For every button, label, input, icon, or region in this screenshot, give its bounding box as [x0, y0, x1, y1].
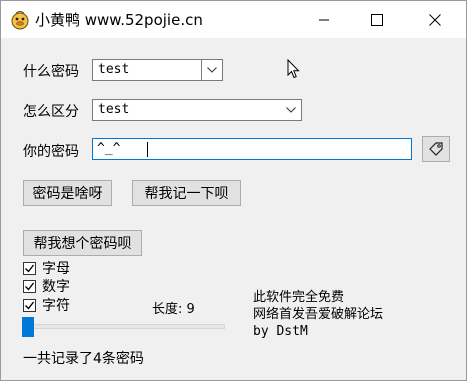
distinguish-label: 怎么区分	[23, 104, 79, 120]
password-value: ^_^	[97, 141, 121, 156]
your-password-label: 你的密码	[23, 144, 79, 160]
window-title: 小黄鸭 www.52pojie.cn	[35, 11, 203, 29]
record-count-status: 一共记录了4条密码	[23, 351, 144, 367]
maximize-button[interactable]	[354, 1, 400, 38]
maximize-icon	[371, 13, 383, 26]
letters-checkbox[interactable]: 字母	[23, 260, 70, 277]
tag-icon	[429, 142, 443, 156]
info-line-author: by DstM	[253, 324, 308, 339]
info-line-free: 此软件完全免费	[253, 290, 345, 305]
about-info: 此软件完全免费 网络首发吾爱破解论坛 by DstM	[253, 289, 383, 340]
info-line-forum: 网络首发吾爱破解论坛	[253, 307, 384, 322]
check-icon	[25, 282, 35, 291]
chevron-down-icon[interactable]	[281, 100, 301, 120]
what-is-password-button[interactable]: 密码是啥呀	[23, 180, 112, 206]
title-bar[interactable]: 小黄鸭 www.52pojie.cn	[1, 1, 466, 38]
duck-icon	[10, 10, 30, 30]
minimize-button[interactable]	[301, 1, 347, 38]
what-password-label: 什么密码	[23, 64, 79, 80]
length-slider-track[interactable]	[23, 324, 225, 329]
what-password-value: test	[98, 62, 130, 77]
length-slider-thumb[interactable]	[22, 317, 34, 337]
length-label: 长度: 9	[152, 302, 195, 317]
check-icon	[25, 301, 35, 310]
letters-label: 字母	[42, 261, 70, 277]
password-input[interactable]: ^_^	[92, 138, 412, 160]
tag-button[interactable]	[422, 136, 450, 162]
digits-label: 数字	[42, 279, 70, 295]
text-caret	[147, 142, 148, 157]
remember-button[interactable]: 帮我记一下呗	[132, 180, 241, 206]
checkbox-box[interactable]	[23, 279, 36, 293]
distinguish-select[interactable]: test	[92, 99, 302, 121]
symbols-checkbox[interactable]: 字符	[23, 297, 70, 314]
close-icon	[429, 13, 441, 26]
app-window: 小黄鸭 www.52pojie.cn 什么密码 test 怎么区分 test 你…	[0, 0, 467, 381]
check-icon	[25, 264, 35, 273]
checkbox-box[interactable]	[23, 261, 36, 275]
symbols-label: 字符	[42, 298, 70, 314]
minimize-icon	[319, 19, 329, 20]
close-button[interactable]	[412, 1, 458, 38]
chevron-down-icon[interactable]	[201, 60, 222, 80]
distinguish-value: test	[98, 102, 130, 117]
checkbox-box[interactable]	[23, 298, 36, 312]
mouse-pointer-icon	[287, 58, 301, 83]
generate-password-button[interactable]: 帮我想个密码呗	[23, 230, 142, 256]
what-password-select[interactable]: test	[92, 59, 223, 81]
digits-checkbox[interactable]: 数字	[23, 278, 70, 295]
